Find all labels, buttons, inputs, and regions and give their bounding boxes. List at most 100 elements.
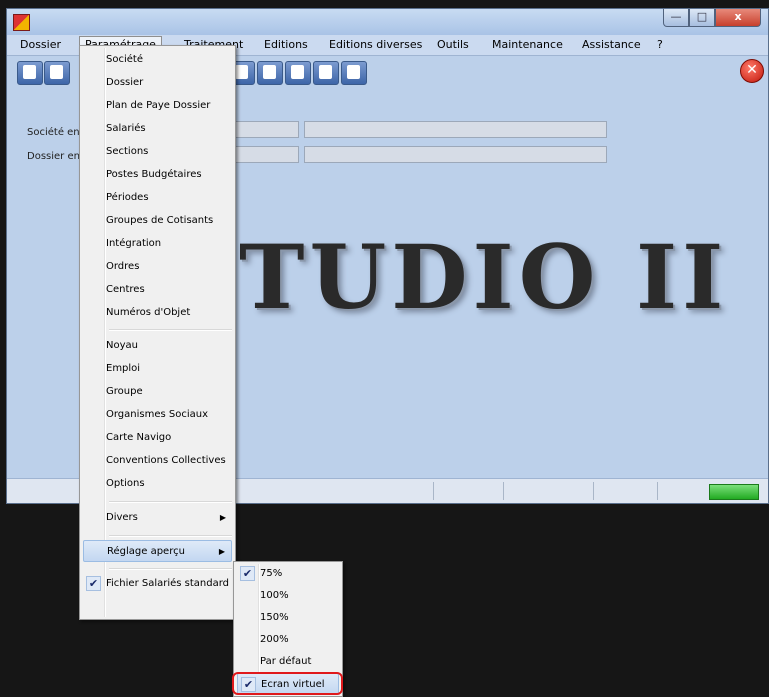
menu-item-noyau[interactable]: Noyau xyxy=(83,335,232,357)
menu-item-groupe[interactable]: Groupe xyxy=(83,381,232,403)
menu-item-options[interactable]: Options xyxy=(83,473,232,495)
menu-item-label: Groupes de Cotisants xyxy=(106,215,214,226)
toolbar-button-6[interactable] xyxy=(313,61,339,85)
menu-item-label: Intégration xyxy=(106,238,162,249)
menu-item-label: Ordres xyxy=(106,261,140,272)
societe-code-field[interactable] xyxy=(235,121,299,138)
menu-item-label: Noyau xyxy=(106,340,138,351)
menu-editions-diverses[interactable]: Editions diverses xyxy=(324,37,427,53)
check-icon: ✔ xyxy=(240,566,255,581)
folder-icon xyxy=(23,65,36,79)
exit-button[interactable]: ✕ xyxy=(740,59,764,83)
toolbar-button-5[interactable] xyxy=(285,61,311,85)
check-icon: ✔ xyxy=(86,576,101,591)
app-icon xyxy=(13,14,30,31)
menu-outils[interactable]: Outils xyxy=(432,37,474,53)
menu-dossier[interactable]: Dossier xyxy=(15,37,66,53)
status-divider xyxy=(503,482,504,500)
menu-item-label: Dossier xyxy=(106,77,144,88)
menu-item-plan-de-paye[interactable]: Plan de Paye Dossier xyxy=(83,95,232,117)
submenu-item-label: Par défaut xyxy=(260,656,312,667)
societe-name-field[interactable] xyxy=(304,121,607,138)
menu-item-label: Options xyxy=(106,478,145,489)
toolbar-button-7[interactable] xyxy=(341,61,367,85)
menu-item-fichier-salaries[interactable]: ✔ Fichier Salariés standard xyxy=(83,573,232,595)
menu-maintenance[interactable]: Maintenance xyxy=(487,37,568,53)
menu-item-label: Conventions Collectives xyxy=(106,455,226,466)
menu-item-centres[interactable]: Centres xyxy=(83,279,232,301)
minimize-button[interactable]: — xyxy=(663,9,689,27)
dossier-name-field[interactable] xyxy=(304,146,607,163)
submenu-item-200[interactable]: 200% xyxy=(237,629,339,651)
notes-icon xyxy=(235,65,248,79)
menu-item-periodes[interactable]: Périodes xyxy=(83,187,232,209)
status-divider xyxy=(433,482,434,500)
submenu-item-label: 75% xyxy=(260,568,283,579)
submenu-arrow-icon: ▶ xyxy=(218,547,225,556)
menu-editions[interactable]: Editions xyxy=(259,37,313,53)
monitor-icon xyxy=(347,65,360,79)
toolbar-button-2[interactable] xyxy=(44,61,70,85)
submenu-item-label: 200% xyxy=(260,634,289,645)
app-logo: TUDIO II xyxy=(239,225,729,329)
close-button[interactable]: x xyxy=(715,9,761,27)
menu-item-label: Organismes Sociaux xyxy=(106,409,209,420)
submenu-item-par-defaut[interactable]: Par défaut xyxy=(237,651,339,673)
toolbar-button-1[interactable] xyxy=(17,61,43,85)
menu-separator xyxy=(109,501,232,503)
menu-item-carte-navigo[interactable]: Carte Navigo xyxy=(83,427,232,449)
menu-item-label: Divers xyxy=(106,512,138,523)
menu-assistance[interactable]: Assistance xyxy=(577,37,646,53)
dossier-label: Dossier en xyxy=(27,151,80,162)
menu-item-label: Sections xyxy=(106,146,149,157)
menu-item-label: Salariés xyxy=(106,123,146,134)
menu-separator xyxy=(109,329,232,331)
dossier-code-field[interactable] xyxy=(235,146,299,163)
menu-item-sections[interactable]: Sections xyxy=(83,141,232,163)
menu-item-label: Numéros d'Objet xyxy=(106,307,191,318)
menu-item-dossier[interactable]: Dossier xyxy=(83,72,232,94)
menu-item-postes-budgetaires[interactable]: Postes Budgétaires xyxy=(83,164,232,186)
menu-separator xyxy=(109,568,232,570)
menu-item-salaries[interactable]: Salariés xyxy=(83,118,232,140)
euro-icon xyxy=(263,65,276,79)
menu-item-integration[interactable]: Intégration xyxy=(83,233,232,255)
status-indicator xyxy=(709,484,759,500)
menu-separator xyxy=(109,535,232,537)
menu-item-label: Groupe xyxy=(106,386,143,397)
menu-item-conventions-collectives[interactable]: Conventions Collectives xyxy=(83,450,232,472)
menu-item-divers[interactable]: Divers ▶ xyxy=(83,507,232,529)
menu-item-reglage-apercu[interactable]: Réglage aperçu ▶ xyxy=(83,540,232,562)
document-icon xyxy=(50,65,63,79)
book-icon xyxy=(291,65,304,79)
submenu-item-100[interactable]: 100% xyxy=(237,585,339,607)
submenu-item-75[interactable]: ✔ 75% xyxy=(237,563,339,585)
menu-item-organismes-sociaux[interactable]: Organismes Sociaux xyxy=(83,404,232,426)
toolbar-button-4[interactable] xyxy=(257,61,283,85)
status-divider xyxy=(657,482,658,500)
status-divider xyxy=(593,482,594,500)
report-icon xyxy=(319,65,332,79)
menu-item-ordres[interactable]: Ordres xyxy=(83,256,232,278)
menu-item-label: Périodes xyxy=(106,192,149,203)
societe-label: Société en xyxy=(27,127,80,138)
menu-item-groupes-cotisants[interactable]: Groupes de Cotisants xyxy=(83,210,232,232)
submenu-item-150[interactable]: 150% xyxy=(237,607,339,629)
menu-item-label: Société xyxy=(106,54,143,65)
menu-item-label: Carte Navigo xyxy=(106,432,172,443)
menu-help[interactable]: ? xyxy=(652,37,668,53)
submenu-item-label: 150% xyxy=(260,612,289,623)
menu-item-societe[interactable]: Société xyxy=(83,49,232,71)
highlight-annotation xyxy=(232,672,343,695)
parametrage-menu: Société Dossier Plan de Paye Dossier Sal… xyxy=(79,45,236,620)
menu-item-label: Emploi xyxy=(106,363,141,374)
menu-item-label: Postes Budgétaires xyxy=(106,169,202,180)
title-bar: — □ x xyxy=(7,9,768,35)
menu-item-numeros-objet[interactable]: Numéros d'Objet xyxy=(83,302,232,324)
maximize-button[interactable]: □ xyxy=(689,9,715,27)
menu-item-label: Plan de Paye Dossier xyxy=(106,100,211,111)
submenu-item-label: 100% xyxy=(260,590,289,601)
menu-item-label: Réglage aperçu xyxy=(107,546,185,557)
menu-item-label: Fichier Salariés standard xyxy=(106,578,230,589)
menu-item-emploi[interactable]: Emploi xyxy=(83,358,232,380)
